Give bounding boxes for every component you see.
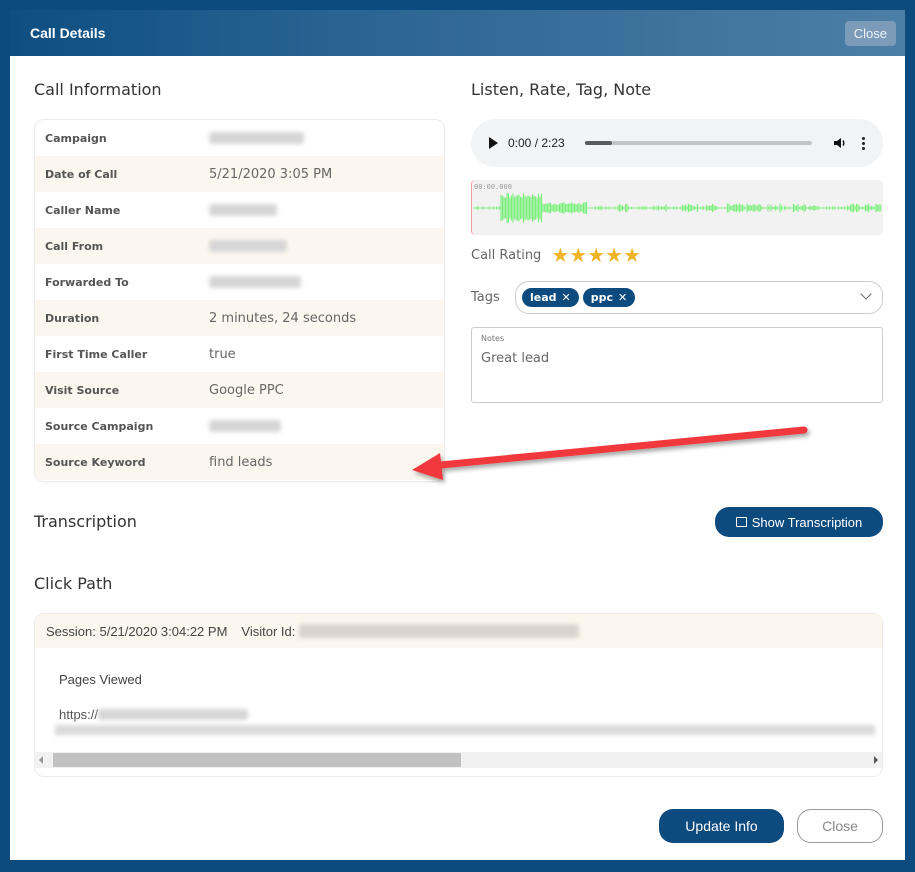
modal-header: Call Details Close	[10, 10, 905, 56]
tags-select[interactable]: lead ✕ ppc ✕	[515, 281, 883, 314]
star-icon[interactable]: ★	[605, 245, 623, 265]
tag-chip: ppc ✕	[582, 288, 636, 307]
session-header: Session: 5/21/2020 3:04:22 PM Visitor Id…	[35, 614, 882, 648]
waveform[interactable]: 00:00.000	[471, 180, 883, 235]
info-value: 2 minutes, 24 seconds	[209, 310, 357, 326]
info-value: 5/21/2020 3:05 PM	[209, 166, 333, 182]
info-label: Date of Call	[45, 167, 118, 181]
info-label: Visit Source	[45, 383, 120, 397]
info-value-redacted	[209, 240, 287, 252]
show-transcription-label: Show Transcription	[751, 514, 863, 530]
session-label: Session: 5/21/2020 3:04:22 PM	[46, 623, 228, 639]
scroll-left-icon[interactable]	[39, 756, 43, 764]
annotation-arrow-icon	[412, 426, 808, 480]
call-rating: Call Rating ★ ★ ★ ★ ★	[471, 245, 641, 265]
tag-label: ppc	[590, 291, 614, 304]
audio-player: 0:00 / 2:23	[471, 119, 883, 167]
info-label: Campaign	[45, 131, 107, 145]
star-icon[interactable]: ★	[587, 245, 605, 265]
call-information-table: Campaign Date of Call 5/21/2020 3:05 PM Cal…	[34, 119, 445, 482]
info-value: true	[209, 346, 236, 362]
call-information-title: Call Information	[34, 80, 162, 99]
call-rating-label: Call Rating	[471, 247, 542, 263]
info-value-redacted	[209, 420, 281, 432]
visitor-id: Visitor Id:	[241, 623, 580, 639]
info-label: Call From	[45, 239, 104, 253]
info-value-redacted	[209, 132, 304, 144]
info-label: Forwarded To	[45, 275, 129, 289]
info-label: Source Keyword	[45, 455, 146, 469]
info-label: Caller Name	[45, 203, 121, 217]
modal-title: Call Details	[30, 25, 106, 41]
header-close-button[interactable]: Close	[844, 20, 896, 46]
rating-stars: ★ ★ ★ ★ ★	[551, 245, 641, 265]
tag-chip: lead ✕	[522, 288, 579, 307]
info-row: Campaign	[35, 120, 444, 156]
update-info-button[interactable]: Update Info	[659, 809, 784, 843]
info-row: Date of Call 5/21/2020 3:05 PM	[35, 156, 444, 192]
star-icon[interactable]: ★	[623, 245, 641, 265]
audio-seek-bar[interactable]	[584, 141, 812, 145]
visitor-id-label: Visitor Id:	[241, 623, 296, 639]
transcription-title: Transcription	[34, 512, 137, 531]
info-label: Duration	[45, 311, 100, 325]
notes-input[interactable]: Great lead	[481, 351, 873, 366]
tag-remove-icon[interactable]: ✕	[562, 291, 571, 304]
pages-viewed-label: Pages Viewed	[59, 672, 142, 687]
page-url[interactable]: https://	[59, 707, 858, 722]
info-value-redacted	[209, 276, 301, 288]
horizontal-scrollbar[interactable]	[35, 752, 882, 768]
scroll-right-icon[interactable]	[874, 756, 878, 764]
close-button[interactable]: Close	[797, 809, 883, 843]
pages-viewed: Pages Viewed https://	[35, 648, 882, 735]
chevron-down-icon[interactable]	[860, 288, 872, 300]
info-row: Caller Name	[35, 192, 444, 228]
notes-label: Notes	[481, 334, 505, 343]
visitor-id-value-redacted	[299, 624, 580, 638]
waveform-graphic	[473, 193, 882, 223]
notes-field[interactable]: Notes Great lead	[471, 327, 883, 403]
tag-label: lead	[530, 291, 557, 304]
volume-icon[interactable]	[832, 135, 848, 151]
info-value: find leads	[209, 454, 273, 470]
info-value: Google PPC	[209, 382, 284, 398]
scrollbar-thumb[interactable]	[53, 753, 461, 767]
star-icon[interactable]: ★	[569, 245, 587, 265]
listen-section-title: Listen, Rate, Tag, Note	[471, 80, 652, 99]
info-row: Source Keyword find leads	[35, 444, 444, 480]
url-params-redacted	[55, 725, 875, 735]
show-transcription-button[interactable]: Show Transcription	[715, 507, 883, 537]
url-redacted	[98, 709, 249, 720]
audio-time: 0:00 / 2:23	[508, 136, 565, 150]
info-label: Source Campaign	[45, 419, 154, 433]
tags-label: Tags	[471, 290, 500, 305]
audio-progress-fill	[584, 141, 612, 145]
info-label: First Time Caller	[45, 347, 148, 361]
click-path-title: Click Path	[34, 574, 113, 593]
info-row: Duration 2 minutes, 24 seconds	[35, 300, 444, 336]
info-row: Visit Source Google PPC	[35, 372, 444, 408]
play-icon[interactable]	[489, 137, 498, 149]
info-row: First Time Caller true	[35, 336, 444, 372]
info-row: Source Campaign	[35, 408, 444, 444]
info-value-redacted	[209, 204, 277, 216]
info-row: Forwarded To	[35, 264, 444, 300]
tag-remove-icon[interactable]: ✕	[618, 291, 627, 304]
tags-field: Tags lead ✕ ppc ✕	[471, 281, 883, 314]
more-vert-icon[interactable]	[858, 136, 869, 150]
call-details-modal: Call Details Close Call Information Camp…	[10, 10, 905, 860]
chat-icon	[735, 517, 747, 527]
url-prefix: https://	[59, 707, 99, 722]
click-path-panel: Session: 5/21/2020 3:04:22 PM Visitor Id…	[34, 613, 883, 777]
star-icon[interactable]: ★	[551, 245, 569, 265]
info-row: Call From	[35, 228, 444, 264]
